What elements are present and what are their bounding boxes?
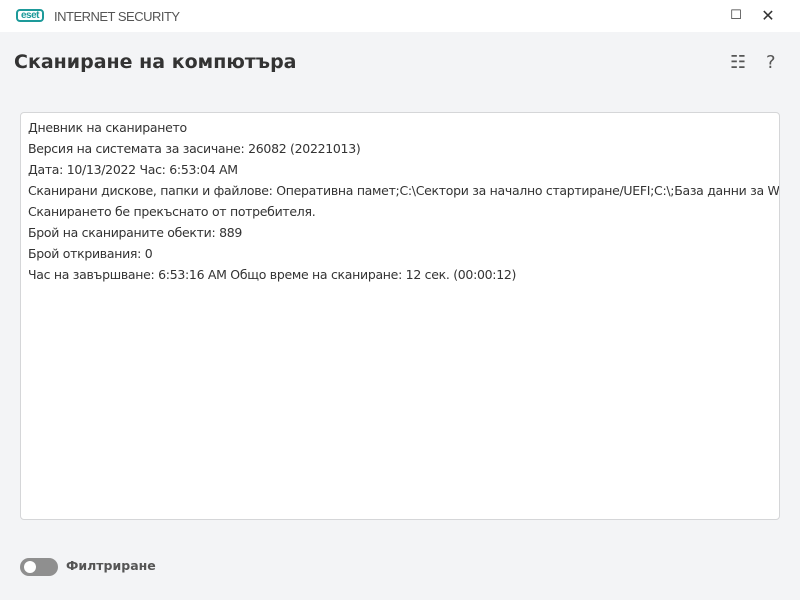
log-line: Брой на сканираните обекти: 889	[28, 225, 243, 240]
filter-label: Филтриране	[66, 558, 156, 573]
eset-logo: eset	[16, 9, 45, 22]
log-line: Дата: 10/13/2022 Час: 6:53:04 AM	[28, 162, 238, 177]
list-view-icon[interactable]: ☷	[730, 52, 746, 73]
title-bar: eset INTERNET SECURITY ☐ ✕	[0, 0, 800, 32]
log-line: Час на завършване: 6:53:16 AM Общо време…	[28, 267, 517, 282]
log-line: Брой откривания: 0	[28, 246, 153, 261]
log-line: Сканирането бе прекъснато от потребителя…	[28, 204, 316, 219]
product-name: INTERNET SECURITY	[54, 9, 180, 24]
maximize-button[interactable]: ☐	[724, 4, 748, 28]
page-title: Сканиране на компютъра	[14, 51, 297, 73]
toggle-knob	[24, 561, 36, 573]
filter-toggle[interactable]	[20, 558, 58, 576]
help-icon[interactable]: ?	[766, 52, 776, 73]
log-line: Сканирани дискове, папки и файлове: Опер…	[28, 183, 780, 198]
log-line: Версия на системата за засичане: 26082 (…	[28, 141, 361, 156]
scan-log-panel[interactable]: Дневник на сканирането Версия на система…	[20, 112, 780, 520]
close-button[interactable]: ✕	[756, 4, 780, 28]
log-line: Дневник на сканирането	[28, 120, 187, 135]
